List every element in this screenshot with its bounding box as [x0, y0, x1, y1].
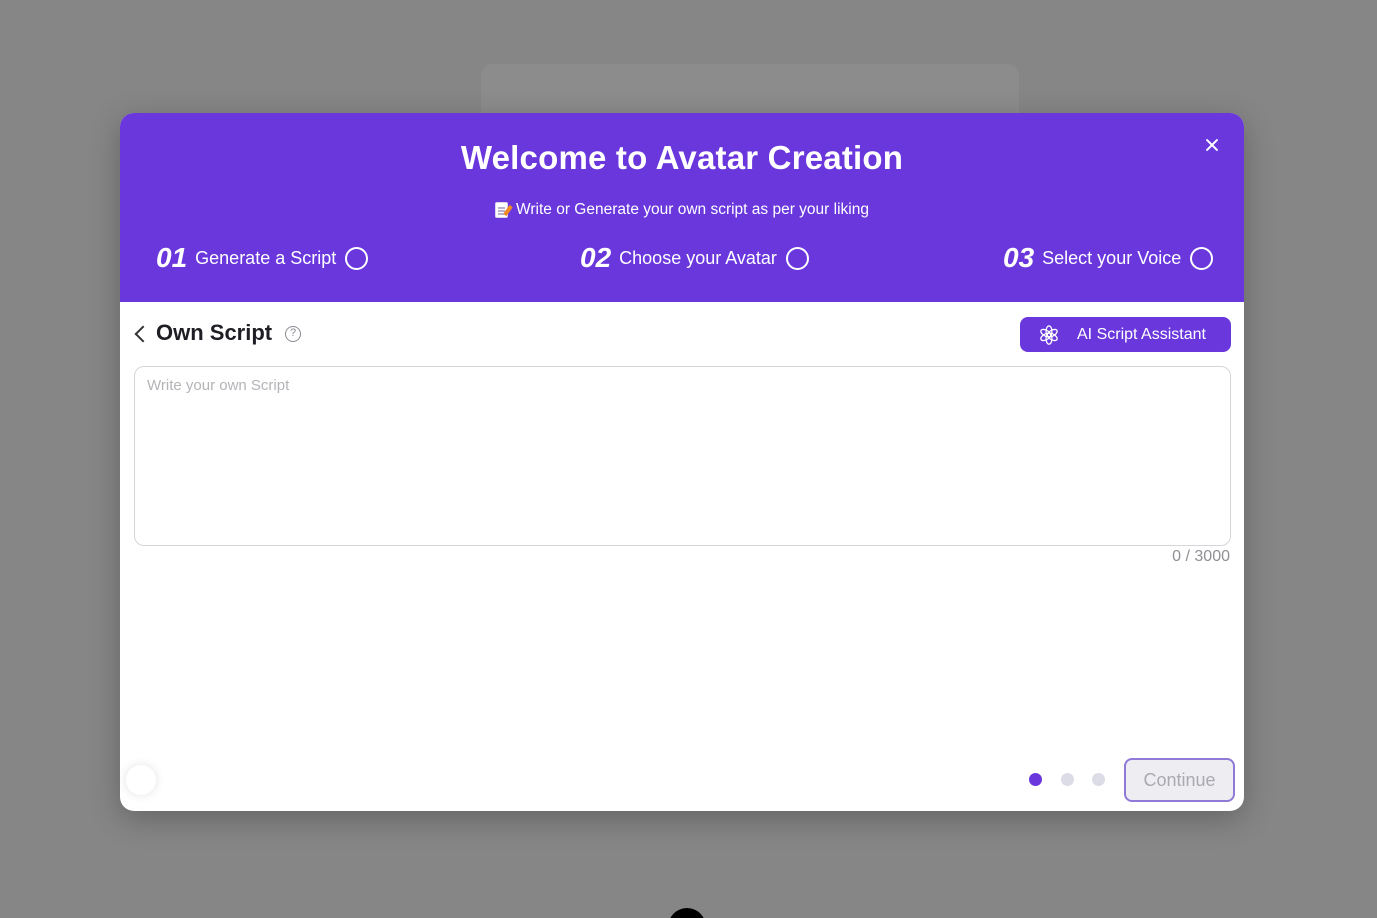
ai-script-assistant-label: AI Script Assistant — [1077, 325, 1206, 343]
pagination-dot-1[interactable] — [1029, 773, 1042, 786]
avatar-creation-modal: Welcome to Avatar Creation Write or Gene… — [120, 113, 1244, 811]
modal-subtitle: Write or Generate your own script as per… — [120, 201, 1244, 219]
step-label: Generate a Script — [195, 247, 337, 268]
openai-icon — [1040, 324, 1058, 345]
pagination-dot-2[interactable] — [1061, 773, 1074, 786]
step-number: 02 — [580, 242, 612, 273]
step-label: Select your Voice — [1042, 247, 1182, 268]
ai-script-assistant-button[interactable]: AI Script Assistant — [1020, 317, 1231, 352]
step-generate-script[interactable]: 01 Generate a Script — [156, 241, 369, 275]
script-textarea[interactable] — [134, 366, 1231, 546]
section-title: Own Script — [156, 320, 273, 345]
back-chevron-icon[interactable] — [132, 323, 148, 345]
help-widget-toggle[interactable] — [126, 765, 156, 795]
step-number: 01 — [156, 242, 188, 273]
step-status-circle-icon — [785, 246, 809, 270]
modal-subtitle-text: Write or Generate your own script as per… — [516, 201, 869, 218]
step-number: 03 — [1003, 242, 1035, 273]
help-icon[interactable]: ? — [285, 326, 301, 342]
step-status-circle-icon — [1190, 246, 1214, 270]
close-icon[interactable] — [1200, 133, 1224, 157]
step-label: Choose your Avatar — [619, 247, 777, 268]
step-status-circle-icon — [345, 246, 369, 270]
character-counter: 0 / 3000 — [1172, 548, 1230, 565]
step-choose-avatar[interactable]: 02 Choose your Avatar — [580, 241, 809, 275]
pagination-dot-3[interactable] — [1092, 773, 1105, 786]
modal-header: Welcome to Avatar Creation Write or Gene… — [120, 113, 1244, 302]
memo-icon — [495, 202, 509, 218]
continue-button[interactable]: Continue — [1124, 758, 1235, 802]
step-select-voice[interactable]: 03 Select your Voice — [1003, 241, 1214, 275]
modal-title: Welcome to Avatar Creation — [460, 139, 904, 176]
